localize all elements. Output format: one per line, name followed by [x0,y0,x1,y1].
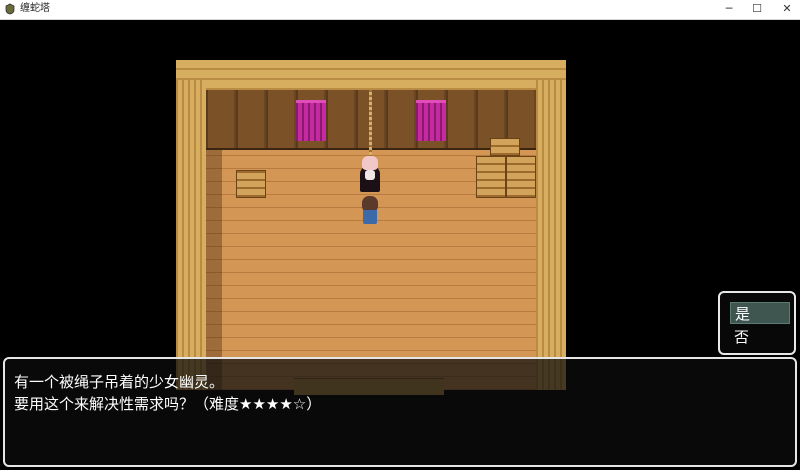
maximize-icon: ☐ [752,2,762,15]
player-sprite [363,208,377,224]
close-icon: ✕ [782,2,792,15]
room-wall-top [176,60,566,90]
room-wall-right [536,80,566,390]
window-title: 缠蛇塔 [20,3,50,14]
curtain-left [296,100,326,141]
app-icon [5,3,15,15]
title-bar: 缠蛇塔 ─ ☐ ✕ [0,0,800,20]
minimize-icon: ─ [725,2,733,15]
maximize-button[interactable]: ☐ [740,0,774,19]
choice-no[interactable]: 否 [730,326,790,348]
message-line-2: 要用这个来解决性需求吗？（难度★★★★☆） [14,395,322,413]
message-window[interactable]: 有一个被绳子吊着的少女幽灵。 要用这个来解决性需求吗？（难度★★★★☆） [3,357,797,467]
player-head [362,196,378,210]
crate-stack-b [506,156,536,198]
ghost-girl-head [362,156,378,170]
ghost-girl-face [365,170,375,180]
floor-shadow [206,150,222,390]
close-button[interactable]: ✕ [770,0,800,19]
crate-stack-a [476,156,506,198]
hanging-rope [369,90,372,160]
room-wall-left [176,80,206,390]
curtain-right [416,100,446,141]
choice-yes[interactable]: 是 [730,302,790,324]
crate-top-small [490,138,520,156]
message-line-1: 有一个被绳子吊着的少女幽灵。 [14,373,225,391]
choice-window: 是 否 [718,291,796,355]
crate-left [236,170,266,198]
